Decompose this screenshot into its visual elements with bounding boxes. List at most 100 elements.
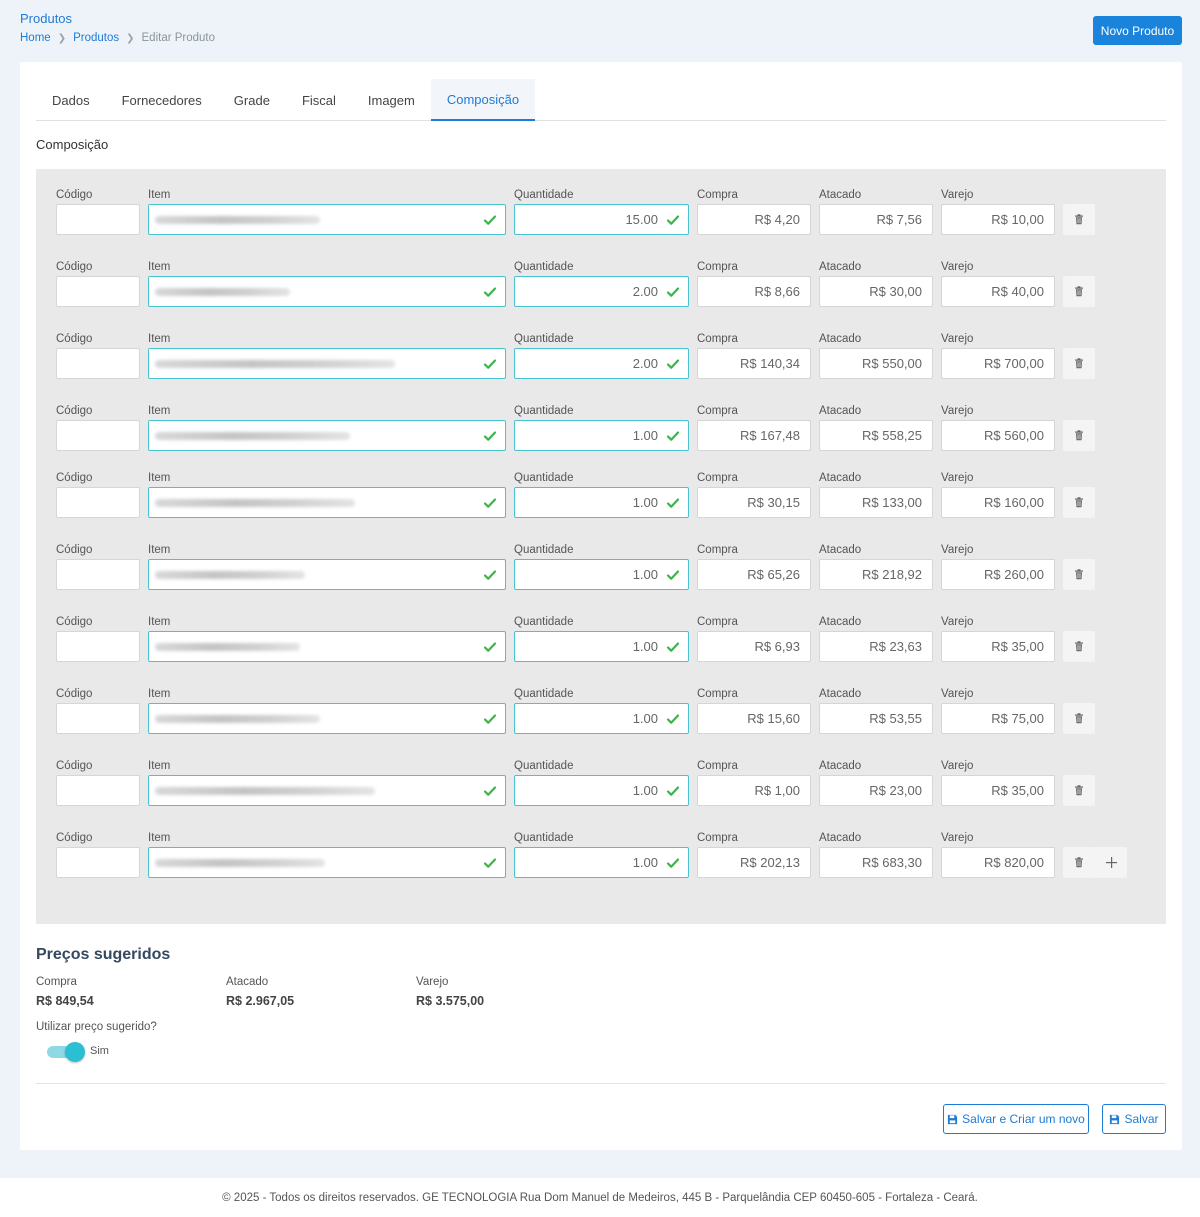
breadcrumb-home[interactable]: Home: [20, 32, 51, 44]
compra-input[interactable]: R$ 4,20: [697, 204, 811, 235]
atacado-input[interactable]: R$ 53,55: [819, 703, 933, 734]
codigo-label: Código: [56, 261, 93, 273]
chevron-right-icon: ❯: [57, 32, 67, 44]
varejo-input[interactable]: R$ 75,00: [941, 703, 1055, 734]
chevron-right-icon: ❯: [126, 32, 135, 44]
varejo-input[interactable]: R$ 160,00: [941, 487, 1055, 518]
quantidade-input[interactable]: 2.00: [514, 276, 689, 307]
tab-dados[interactable]: Dados: [36, 79, 106, 121]
tab-fornecedores[interactable]: Fornecedores: [106, 79, 218, 121]
check-icon: [666, 285, 680, 299]
check-icon: [666, 856, 680, 870]
varejo-input[interactable]: R$ 560,00: [941, 420, 1055, 451]
item-value-redacted: [155, 570, 305, 579]
atacado-input[interactable]: R$ 30,00: [819, 276, 933, 307]
codigo-label: Código: [56, 189, 93, 201]
item-input[interactable]: [148, 487, 506, 518]
varejo-input[interactable]: R$ 820,00: [941, 847, 1055, 878]
codigo-input[interactable]: [56, 420, 140, 451]
delete-row-button[interactable]: [1063, 204, 1095, 235]
item-input[interactable]: [148, 775, 506, 806]
delete-row-button[interactable]: [1063, 775, 1095, 806]
codigo-input[interactable]: [56, 348, 140, 379]
codigo-input[interactable]: [56, 276, 140, 307]
check-icon: [483, 496, 497, 510]
varejo-label: Varejo: [941, 688, 974, 700]
varejo-input[interactable]: R$ 700,00: [941, 348, 1055, 379]
compra-input[interactable]: R$ 15,60: [697, 703, 811, 734]
compra-input[interactable]: R$ 140,34: [697, 348, 811, 379]
codigo-input[interactable]: [56, 703, 140, 734]
add-row-button[interactable]: [1095, 847, 1127, 878]
codigo-input[interactable]: [56, 487, 140, 518]
breadcrumb-produtos[interactable]: Produtos: [73, 32, 119, 44]
atacado-input[interactable]: R$ 133,00: [819, 487, 933, 518]
quantidade-input[interactable]: 1.00: [514, 847, 689, 878]
delete-row-button[interactable]: [1063, 276, 1095, 307]
compra-input[interactable]: R$ 65,26: [697, 559, 811, 590]
compra-input[interactable]: R$ 30,15: [697, 487, 811, 518]
delete-row-button[interactable]: [1063, 559, 1095, 590]
delete-row-button[interactable]: [1063, 703, 1095, 734]
atacado-input[interactable]: R$ 23,63: [819, 631, 933, 662]
item-input[interactable]: [148, 847, 506, 878]
compra-input[interactable]: R$ 6,93: [697, 631, 811, 662]
atacado-input[interactable]: R$ 218,92: [819, 559, 933, 590]
varejo-input[interactable]: R$ 10,00: [941, 204, 1055, 235]
atacado-input[interactable]: R$ 683,30: [819, 847, 933, 878]
item-input[interactable]: [148, 631, 506, 662]
save-button[interactable]: Salvar: [1102, 1104, 1166, 1134]
suggested-compra-value: R$ 849,54: [36, 994, 94, 1008]
codigo-input[interactable]: [56, 847, 140, 878]
codigo-input[interactable]: [56, 559, 140, 590]
tab-grade[interactable]: Grade: [218, 79, 286, 121]
quantidade-label: Quantidade: [514, 832, 574, 844]
delete-row-button[interactable]: [1063, 487, 1095, 518]
atacado-input[interactable]: R$ 558,25: [819, 420, 933, 451]
item-input[interactable]: [148, 276, 506, 307]
new-product-button[interactable]: Novo Produto: [1093, 16, 1182, 45]
varejo-input[interactable]: R$ 35,00: [941, 775, 1055, 806]
atacado-input[interactable]: R$ 550,00: [819, 348, 933, 379]
use-suggested-toggle[interactable]: [47, 1042, 85, 1062]
atacado-input[interactable]: R$ 7,56: [819, 204, 933, 235]
check-icon: [666, 429, 680, 443]
quantidade-input[interactable]: 15.00: [514, 204, 689, 235]
quantidade-input[interactable]: 1.00: [514, 420, 689, 451]
varejo-input[interactable]: R$ 40,00: [941, 276, 1055, 307]
codigo-input[interactable]: [56, 631, 140, 662]
delete-row-button[interactable]: [1063, 631, 1095, 662]
codigo-input[interactable]: [56, 775, 140, 806]
compra-input[interactable]: R$ 8,66: [697, 276, 811, 307]
codigo-label: Código: [56, 544, 93, 556]
varejo-input[interactable]: R$ 260,00: [941, 559, 1055, 590]
quantidade-input[interactable]: 2.00: [514, 348, 689, 379]
quantidade-input[interactable]: 1.00: [514, 487, 689, 518]
atacado-input[interactable]: R$ 23,00: [819, 775, 933, 806]
tab-imagem[interactable]: Imagem: [352, 79, 431, 121]
save-and-new-button[interactable]: Salvar e Criar um novo: [943, 1104, 1089, 1134]
quantidade-input[interactable]: 1.00: [514, 775, 689, 806]
quantidade-label: Quantidade: [514, 405, 574, 417]
tab-composicao[interactable]: Composição: [430, 79, 536, 121]
item-input[interactable]: [148, 559, 506, 590]
delete-row-button[interactable]: [1063, 847, 1095, 878]
codigo-input[interactable]: [56, 204, 140, 235]
delete-row-button[interactable]: [1063, 420, 1095, 451]
varejo-input[interactable]: R$ 35,00: [941, 631, 1055, 662]
quantidade-input[interactable]: 1.00: [514, 559, 689, 590]
item-input[interactable]: [148, 204, 506, 235]
quantidade-input[interactable]: 1.00: [514, 631, 689, 662]
quantidade-label: Quantidade: [514, 616, 574, 628]
trash-icon: [1074, 284, 1084, 300]
item-input[interactable]: [148, 703, 506, 734]
quantidade-input[interactable]: 1.00: [514, 703, 689, 734]
plus-icon: [1105, 855, 1117, 871]
item-input[interactable]: [148, 348, 506, 379]
tab-fiscal[interactable]: Fiscal: [286, 79, 352, 121]
delete-row-button[interactable]: [1063, 348, 1095, 379]
compra-input[interactable]: R$ 202,13: [697, 847, 811, 878]
compra-input[interactable]: R$ 167,48: [697, 420, 811, 451]
compra-input[interactable]: R$ 1,00: [697, 775, 811, 806]
item-input[interactable]: [148, 420, 506, 451]
